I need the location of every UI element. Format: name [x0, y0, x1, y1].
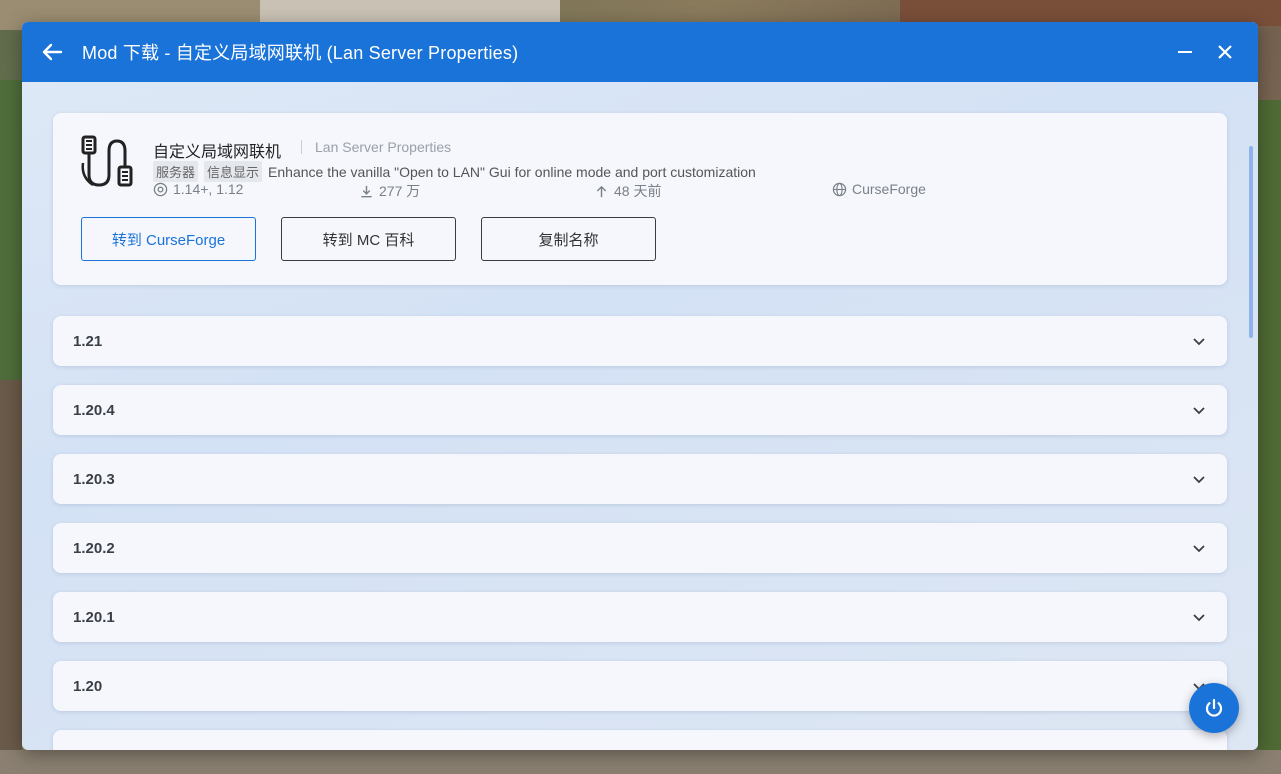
- updated-text: 48 天前: [614, 183, 662, 199]
- stat-source: CurseForge: [832, 181, 926, 197]
- version-row[interactable]: 1.20: [53, 661, 1227, 711]
- version-row[interactable]: 1.20.3: [53, 454, 1227, 504]
- version-label: 1.20.2: [73, 539, 115, 557]
- minimize-icon: [1178, 51, 1192, 53]
- stat-updated: 48 天前: [594, 181, 661, 201]
- mod-info-card: 自定义局域网联机 Lan Server Properties 服务器 信息显示 …: [53, 113, 1227, 285]
- eye-icon: [153, 182, 168, 196]
- mod-description: Enhance the vanilla "Open to LAN" Gui fo…: [268, 163, 756, 180]
- close-icon: [1218, 45, 1232, 59]
- stat-versions: 1.14+, 1.12: [153, 181, 243, 197]
- close-button[interactable]: [1205, 22, 1245, 82]
- mod-name: 自定义局域网联机: [153, 144, 282, 161]
- cable-icon: [81, 135, 133, 187]
- mod-download-window: Mod 下载 - 自定义局域网联机 (Lan Server Properties…: [22, 22, 1258, 750]
- power-icon: [1205, 698, 1223, 717]
- source-text: CurseForge: [852, 181, 926, 197]
- chevron-down-icon: [1193, 338, 1205, 346]
- tag-row: 服务器 信息显示 Enhance the vanilla "Open to LA…: [153, 161, 756, 182]
- version-label: 1.20: [73, 677, 103, 695]
- arrow-left-icon: [42, 43, 63, 61]
- chevron-down-icon: [1191, 747, 1207, 750]
- version-label: 1.21: [73, 332, 103, 350]
- back-button[interactable]: [22, 22, 82, 82]
- version-row[interactable]: 1.20.4: [53, 385, 1227, 435]
- copy-name-button[interactable]: 复制名称: [481, 217, 656, 261]
- versions-text: 1.14+, 1.12: [173, 181, 244, 197]
- version-label: 1.20.4: [73, 401, 115, 419]
- version-row[interactable]: 1.19.4: [53, 730, 1227, 750]
- goto-mcwiki-button[interactable]: 转到 MC 百科: [281, 217, 456, 261]
- stat-downloads: 277 万: [359, 181, 420, 201]
- window-title: Mod 下载 - 自定义局域网联机 (Lan Server Properties…: [82, 43, 519, 63]
- version-row[interactable]: 1.20.2: [53, 523, 1227, 573]
- power-button[interactable]: [1189, 683, 1239, 733]
- tag-server: 服务器: [153, 161, 199, 182]
- arrow-up-icon: [596, 185, 607, 197]
- chevron-down-icon: [1193, 407, 1205, 415]
- tag-info-display: 信息显示: [204, 161, 263, 182]
- chevron-down-icon: [1193, 545, 1205, 553]
- downloads-text: 277 万: [379, 183, 421, 199]
- chevron-down-icon: [1193, 614, 1205, 622]
- version-label: 1.20.1: [73, 608, 115, 626]
- minimize-button[interactable]: [1165, 22, 1205, 82]
- scrollbar[interactable]: [1249, 146, 1253, 338]
- download-icon: [361, 185, 372, 197]
- chevron-down-icon: [1193, 476, 1205, 484]
- version-row[interactable]: 1.21: [53, 316, 1227, 366]
- divider: [301, 140, 302, 154]
- content-area: 自定义局域网联机 Lan Server Properties 服务器 信息显示 …: [22, 82, 1258, 750]
- globe-icon: [832, 182, 847, 196]
- version-row[interactable]: 1.20.1: [53, 592, 1227, 642]
- title-bar: Mod 下载 - 自定义局域网联机 (Lan Server Properties…: [22, 22, 1258, 82]
- version-label: 1.19.4: [53, 730, 1227, 751]
- goto-curseforge-button[interactable]: 转到 CurseForge: [81, 217, 256, 261]
- mod-english-name: Lan Server Properties: [315, 139, 452, 155]
- version-label: 1.20.3: [73, 470, 115, 488]
